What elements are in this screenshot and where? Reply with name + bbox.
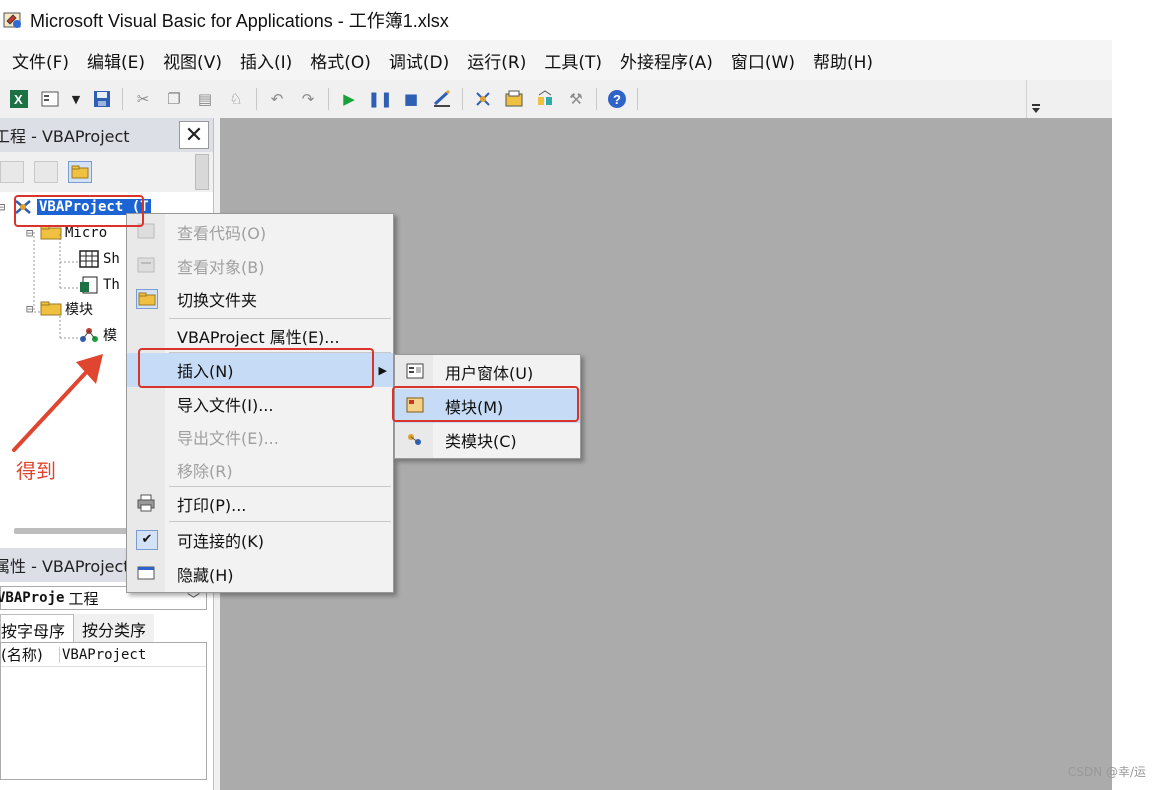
printer-icon (136, 494, 158, 514)
tab-alphabetic[interactable]: 按字母序 (0, 614, 75, 642)
hide-window-icon (136, 564, 158, 584)
project-explorer-header: 工程 - VBAProject ✕ (0, 118, 213, 152)
scrollbar[interactable] (195, 154, 209, 190)
toolbar-overflow-icon[interactable] (1026, 80, 1042, 118)
cut-icon[interactable]: ✂ (132, 88, 154, 110)
project-explorer-title: 工程 - VBAProject (0, 127, 130, 146)
property-name: (名称) (1, 646, 43, 664)
properties-grid: (名称) VBAProject (0, 642, 207, 780)
menu-bar: 文件(F) 编辑(E) 视图(V) 插入(I) 格式(O) 调试(D) 运行(R… (0, 40, 1112, 80)
stop-icon[interactable]: ■ (400, 88, 422, 110)
view-code-icon[interactable] (0, 161, 24, 183)
annotation-box-project (14, 195, 144, 227)
view-object-icon[interactable] (34, 161, 58, 183)
properties-title: 属性 - VBAProject (0, 557, 130, 576)
annotation-box-insert (138, 348, 374, 388)
menu-insert[interactable]: 插入(I) (240, 48, 292, 73)
design-mode-icon[interactable] (431, 88, 453, 110)
menu-import-file[interactable]: 导入文件(I)... (127, 388, 393, 420)
svg-text:X: X (14, 92, 23, 107)
redo-icon[interactable]: ↷ (297, 88, 319, 110)
tab-categorized[interactable]: 按分类序 (74, 614, 155, 642)
toolbar-separator (596, 88, 597, 110)
submenu-arrow-icon: ▶ (378, 363, 387, 377)
folder-icon (136, 289, 158, 309)
menu-toggle-folders[interactable]: 切换文件夹 (127, 283, 393, 315)
menu-file[interactable]: 文件(F) (12, 48, 69, 73)
menu-view[interactable]: 视图(V) (163, 48, 222, 73)
menu-separator (169, 318, 391, 319)
toolbox-icon[interactable]: ⚒ (565, 88, 587, 110)
paste-icon[interactable]: ▤ (194, 88, 216, 110)
horizontal-scrollbar[interactable] (14, 528, 132, 534)
save-icon[interactable] (91, 88, 113, 110)
project-context-menu: 查看代码(O) 查看对象(B) 切换文件夹 VBAProject 属性(E)..… (126, 213, 394, 593)
object-selector-name: VBAProje (0, 590, 65, 606)
svg-text:?: ? (613, 92, 621, 107)
menu-print[interactable]: 打印(P)... (127, 488, 393, 520)
close-icon[interactable]: ✕ (179, 121, 209, 149)
menu-debug[interactable]: 调试(D) (389, 48, 449, 73)
menu-separator (169, 486, 391, 487)
toolbar-separator (328, 88, 329, 110)
annotation-label: 得到 (16, 459, 56, 483)
menu-run[interactable]: 运行(R) (467, 48, 526, 73)
menu-separator (169, 521, 391, 522)
property-row[interactable]: (名称) VBAProject (1, 643, 206, 667)
menu-view-object[interactable]: 查看对象(B) (127, 250, 393, 282)
project-explorer-toolbar (0, 152, 213, 192)
insert-userform-icon[interactable] (39, 88, 61, 110)
run-icon[interactable]: ▶ (338, 88, 360, 110)
property-value[interactable]: VBAProject (59, 646, 146, 663)
undo-icon[interactable]: ↶ (266, 88, 288, 110)
menu-window[interactable]: 窗口(W) (731, 48, 795, 73)
help-icon[interactable]: ? (606, 88, 628, 110)
window-title: Microsoft Visual Basic for Applications … (30, 11, 449, 31)
menu-addins[interactable]: 外接程序(A) (620, 48, 713, 73)
menu-format[interactable]: 格式(O) (310, 48, 371, 73)
standard-toolbar: X ▼ ✂ ❐ ▤ ♘ ↶ ↷ ▶ ❚❚ ■ ⚒ ? (0, 80, 1112, 118)
properties-window-icon[interactable] (503, 88, 525, 110)
menu-hide[interactable]: 隐藏(H) (127, 558, 393, 590)
toolbar-separator (637, 88, 638, 110)
vba-app-icon (2, 9, 24, 31)
toolbar-separator (122, 88, 123, 110)
view-excel-icon[interactable]: X (8, 88, 30, 110)
dropdown-arrow-icon[interactable]: ▼ (70, 88, 82, 110)
menu-view-code[interactable]: 查看代码(O) (127, 216, 393, 248)
annotation-arrow-icon (12, 354, 103, 452)
annotation-box-module (392, 386, 579, 422)
menu-insert-userform[interactable]: 用户窗体(U) (395, 356, 580, 388)
toolbar-separator (462, 88, 463, 110)
properties-tabs: 按字母序 按分类序 (0, 614, 213, 642)
toggle-folders-icon[interactable] (68, 161, 92, 183)
project-explorer-icon[interactable] (472, 88, 494, 110)
menu-insert-class-module[interactable]: 类模块(C) (395, 424, 580, 456)
pause-icon[interactable]: ❚❚ (367, 88, 392, 110)
menu-edit[interactable]: 编辑(E) (87, 48, 145, 73)
menu-dockable[interactable]: ✔ 可连接的(K) (127, 524, 393, 556)
menu-help[interactable]: 帮助(H) (813, 48, 873, 73)
class-module-icon (405, 430, 425, 450)
title-bar: Microsoft Visual Basic for Applications … (0, 0, 1112, 40)
toolbar-separator (256, 88, 257, 110)
menu-export-file[interactable]: 导出文件(E)... (127, 421, 393, 453)
object-selector-type: 工程 (68, 589, 99, 608)
object-browser-icon[interactable] (534, 88, 556, 110)
view-object-icon (136, 256, 158, 276)
menu-remove[interactable]: 移除(R) (127, 454, 393, 486)
watermark: CSDN @幸/运 (1067, 765, 1146, 779)
find-icon[interactable]: ♘ (225, 88, 247, 110)
menu-tools[interactable]: 工具(T) (544, 48, 602, 73)
checkmark-icon: ✔ (136, 530, 158, 550)
userform-icon (405, 362, 425, 382)
copy-icon[interactable]: ❐ (163, 88, 185, 110)
